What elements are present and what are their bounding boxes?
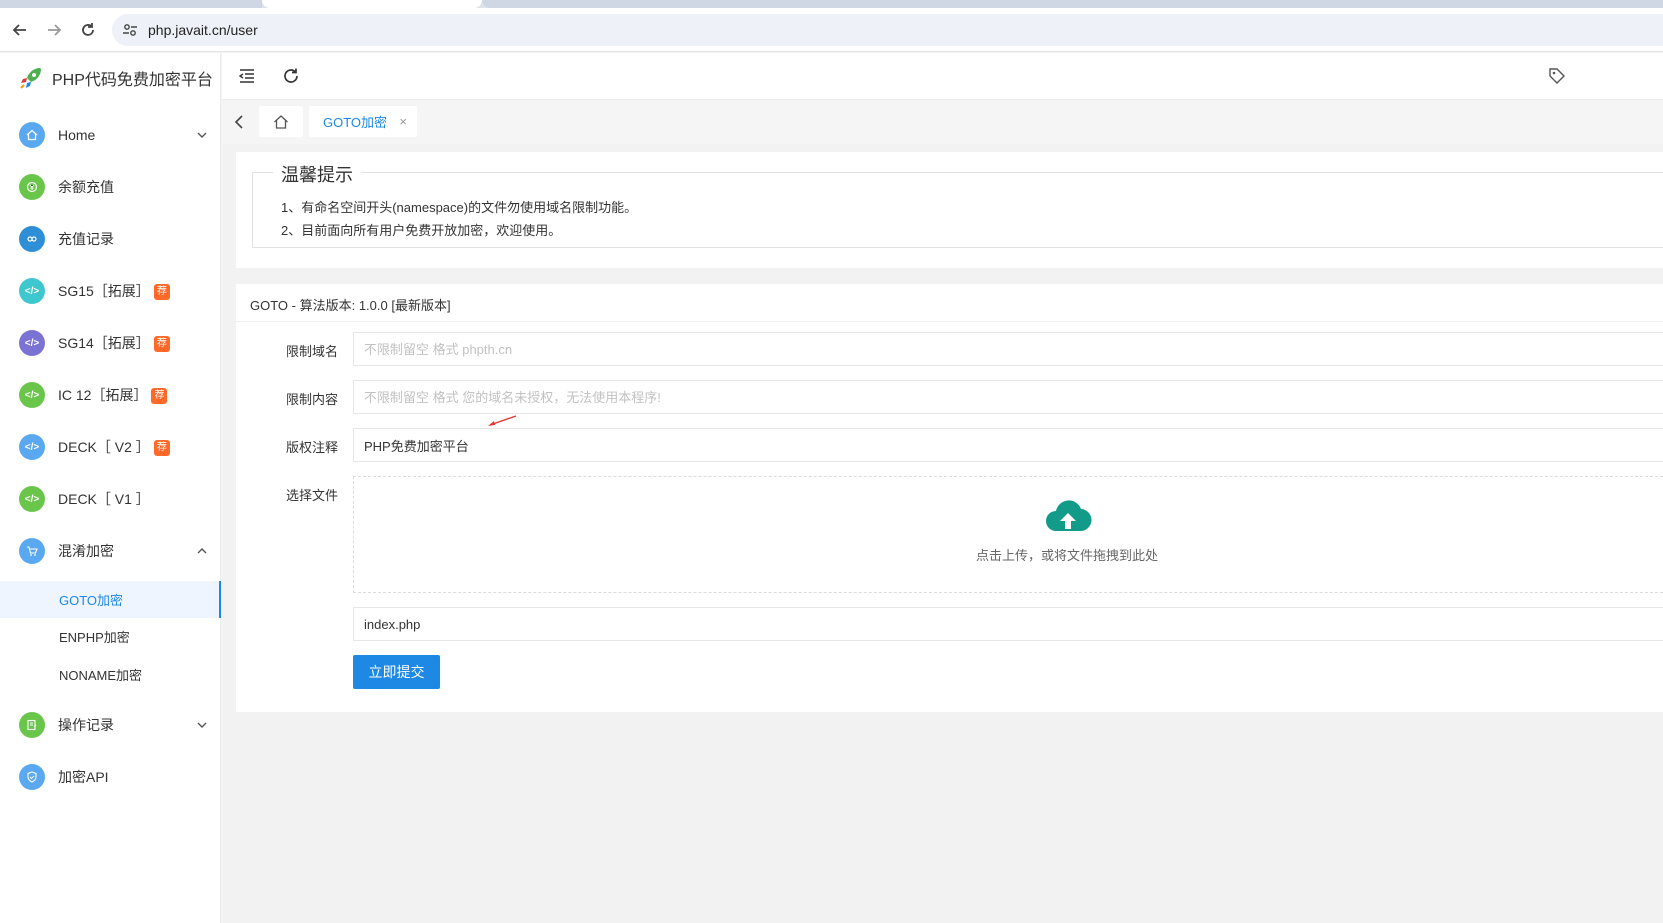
- sidebar-item-recharge[interactable]: 余额充值: [0, 161, 221, 213]
- domain-input[interactable]: [353, 332, 1663, 366]
- menu-fold-icon[interactable]: [238, 67, 256, 85]
- sidebar-item-label: 余额充值: [58, 179, 114, 195]
- notice-line: 2、目前面向所有用户免费开放加密，欢迎使用。: [281, 223, 562, 238]
- file-label: 选择文件: [286, 488, 339, 503]
- logo[interactable]: PHP代码免费加密平台: [18, 65, 213, 91]
- refresh-icon[interactable]: [282, 67, 300, 85]
- browser-tab[interactable]: [0, 0, 262, 8]
- record-icon: [19, 226, 45, 252]
- recommend-badge: 荐: [153, 284, 170, 301]
- sidebar-item-label: 操作记录: [58, 717, 114, 733]
- recommend-badge: 荐: [153, 440, 170, 457]
- form-header: GOTO - 算法版本: 1.0.0 [最新版本]: [236, 284, 1663, 322]
- url-text[interactable]: php.javait.cn/user: [148, 22, 258, 38]
- home-icon: [19, 122, 45, 148]
- chevron-left-icon[interactable]: [232, 114, 248, 130]
- recommend-badge: 荐: [153, 336, 170, 353]
- notice-fieldset: 温馨提示 1、有命名空间开头(namespace)的文件勿使用域名限制功能。 2…: [252, 161, 1663, 248]
- reload-icon[interactable]: [76, 18, 100, 42]
- sidebar-item-obfuscation[interactable]: 混淆加密: [0, 525, 221, 577]
- code-icon: </>: [19, 382, 45, 408]
- chevron-down-icon: [197, 722, 207, 728]
- recharge-icon: [19, 174, 45, 200]
- sidebar-subitem-goto[interactable]: GOTO加密: [0, 581, 221, 618]
- form-title: GOTO - 算法版本: 1.0.0 [最新版本]: [250, 298, 451, 313]
- sidebar-item-encrypt-api[interactable]: 加密API: [0, 751, 221, 803]
- chevron-up-icon: [197, 548, 207, 554]
- submit-button[interactable]: 立即提交: [353, 655, 440, 689]
- logo-text: PHP代码免费加密平台: [52, 72, 213, 89]
- sidebar-subitem-label: NONAME加密: [59, 668, 143, 683]
- notice-line: 1、有命名空间开头(namespace)的文件勿使用域名限制功能。: [281, 200, 638, 215]
- sidebar-item-label: 混淆加密: [58, 543, 114, 559]
- upload-hint: 点击上传，或将文件拖拽到此处: [976, 548, 1159, 563]
- encrypt-form-card: GOTO - 算法版本: 1.0.0 [最新版本] 限制域名 限制内容 版权注释…: [236, 284, 1663, 712]
- home-icon: [274, 114, 288, 129]
- sidebar-subitem-noname[interactable]: NONAME加密: [0, 656, 221, 693]
- domain-label: 限制域名: [286, 344, 339, 359]
- sidebar-item-label: DECK［ V1 ］: [58, 491, 150, 507]
- content-label: 限制内容: [286, 392, 339, 407]
- tab-goto[interactable]: GOTO加密 ×: [309, 106, 417, 137]
- close-icon[interactable]: ×: [399, 114, 407, 129]
- code-icon: </>: [19, 486, 45, 512]
- sidebar-item-sg14[interactable]: </> SG14［拓展］ 荐: [0, 317, 221, 369]
- forward-icon[interactable]: [42, 18, 66, 42]
- sidebar-item-sg15[interactable]: </> SG15［拓展］ 荐: [0, 265, 221, 317]
- browser-tab[interactable]: [482, 0, 1663, 8]
- sidebar-subitem-label: ENPHP加密: [59, 630, 130, 645]
- back-icon[interactable]: [8, 18, 32, 42]
- sidebar-subitem-enphp[interactable]: ENPHP加密: [0, 618, 221, 655]
- sidebar-subitem-label: GOTO加密: [59, 593, 124, 608]
- sidebar-item-home[interactable]: Home: [0, 109, 221, 161]
- notice-title: 温馨提示: [273, 161, 361, 187]
- site-settings-icon[interactable]: [122, 22, 138, 38]
- top-header: [222, 53, 1663, 100]
- code-icon: </>: [19, 278, 45, 304]
- code-icon: </>: [19, 434, 45, 460]
- upload-dropzone[interactable]: 点击上传，或将文件拖拽到此处: [353, 476, 1663, 593]
- tab-home[interactable]: [259, 106, 303, 137]
- chevron-down-icon: [197, 132, 207, 138]
- sidebar-item-label: 加密API: [58, 769, 109, 785]
- notice-card: 温馨提示 1、有命名空间开头(namespace)的文件勿使用域名限制功能。 2…: [236, 152, 1663, 268]
- code-icon: </>: [19, 330, 45, 356]
- cloud-upload-icon: [1046, 500, 1092, 532]
- tag-icon[interactable]: [1548, 67, 1566, 85]
- copyright-input[interactable]: [353, 428, 1663, 462]
- sidebar-item-recharge-records[interactable]: 充值记录: [0, 213, 221, 265]
- address-bar[interactable]: php.javait.cn/user: [112, 14, 1663, 46]
- sidebar-item-label: DECK［ V2 ］: [58, 439, 150, 455]
- browser-tab-active[interactable]: [262, 0, 482, 8]
- cart-icon: [19, 538, 45, 564]
- sidebar-item-label: SG14［拓展］: [58, 335, 150, 351]
- edit-icon: [19, 712, 45, 738]
- tab-label: GOTO加密: [323, 115, 388, 130]
- sidebar-item-label: Home: [58, 127, 96, 143]
- copyright-label: 版权注释: [286, 440, 339, 455]
- page-tabbar: GOTO加密 ×: [222, 100, 1663, 144]
- sidebar: PHP代码免费加密平台 Home 余额充值 充值记录 </> SG15［拓展］ 荐…: [0, 53, 221, 923]
- annotation-arrow-icon: [488, 415, 517, 426]
- recommend-badge: 荐: [151, 388, 168, 405]
- rocket-logo-icon: [20, 68, 41, 89]
- file-name-field[interactable]: [353, 607, 1663, 641]
- sidebar-item-label: 充值记录: [58, 231, 114, 247]
- sidebar-item-label: IC 12［拓展］: [58, 387, 148, 403]
- sidebar-item-ic12[interactable]: </> IC 12［拓展］ 荐: [0, 369, 221, 421]
- sidebar-item-operation-records[interactable]: 操作记录: [0, 699, 221, 751]
- sidebar-item-label: SG15［拓展］: [58, 283, 150, 299]
- content-input[interactable]: [353, 380, 1663, 414]
- shield-icon: [19, 764, 45, 790]
- browser-tabstrip: [0, 0, 1663, 8]
- browser-toolbar: php.javait.cn/user: [0, 8, 1663, 52]
- sidebar-item-deck-v1[interactable]: </> DECK［ V1 ］: [0, 473, 221, 525]
- sidebar-item-deck-v2[interactable]: </> DECK［ V2 ］ 荐: [0, 421, 221, 473]
